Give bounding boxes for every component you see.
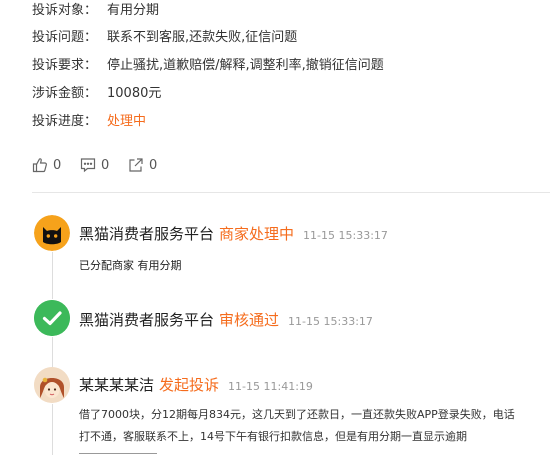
- timeline-entry-header: 某某某某洁 发起投诉 11-15 11:41:19: [79, 374, 313, 396]
- entry-description: 已分配商家 有用分期: [79, 259, 182, 272]
- entry-time: 11-15 11:41:19: [228, 380, 313, 393]
- complaint-body: 借了7000块，分12期每月834元，这几天到了还款日，一直还款失败APP登录失…: [79, 408, 515, 443]
- comment-count: 0: [101, 157, 110, 173]
- comment-button[interactable]: 0: [80, 157, 109, 173]
- demand-label: 投诉要求：: [32, 58, 98, 73]
- demand-value: 停止骚扰,道歉赔偿/解释,调整利率,撤销征信问题: [107, 58, 384, 73]
- entry-status: 发起投诉: [159, 376, 220, 394]
- entry-status: 审核通过: [219, 311, 280, 329]
- issue-label: 投诉问题：: [32, 30, 98, 45]
- like-button[interactable]: 0: [32, 157, 61, 173]
- share-button[interactable]: 0: [128, 157, 157, 173]
- like-count: 0: [53, 157, 62, 173]
- target-label: 投诉对象：: [32, 3, 98, 18]
- entry-author: 黑猫消费者服务平台: [79, 311, 215, 329]
- section-divider: [32, 192, 550, 193]
- progress-status: 处理中: [107, 114, 147, 129]
- amount-value: 10080元: [107, 86, 162, 101]
- target-value: 有用分期: [107, 3, 160, 18]
- entry-time: 11-15 15:33:17: [288, 315, 373, 328]
- share-icon: [128, 157, 144, 173]
- timeline-connector: [52, 337, 53, 367]
- timeline-connector: [52, 252, 53, 299]
- thumbs-up-icon: [32, 157, 48, 173]
- amount-label: 涉诉金额：: [32, 86, 98, 101]
- comment-icon: [80, 157, 96, 173]
- timeline-entry-header: 黑猫消费者服务平台 审核通过 11-15 15:33:17: [79, 309, 373, 331]
- entry-time: 11-15 15:33:17: [303, 229, 388, 242]
- entry-status: 商家处理中: [219, 225, 295, 243]
- timeline-entry-header: 黑猫消费者服务平台 商家处理中 11-15 15:33:17: [79, 223, 388, 245]
- progress-label: 投诉进度：: [32, 114, 98, 129]
- entry-author: 黑猫消费者服务平台: [79, 225, 215, 243]
- check-icon: [34, 300, 70, 336]
- user-avatar[interactable]: [34, 367, 70, 403]
- content-underline: [79, 453, 157, 454]
- timeline-connector: [52, 404, 53, 455]
- entry-author[interactable]: 某某某某洁: [79, 374, 154, 395]
- issue-value: 联系不到客服,还款失败,征信问题: [107, 30, 298, 45]
- share-count: 0: [149, 157, 158, 173]
- black-cat-logo: [34, 215, 70, 251]
